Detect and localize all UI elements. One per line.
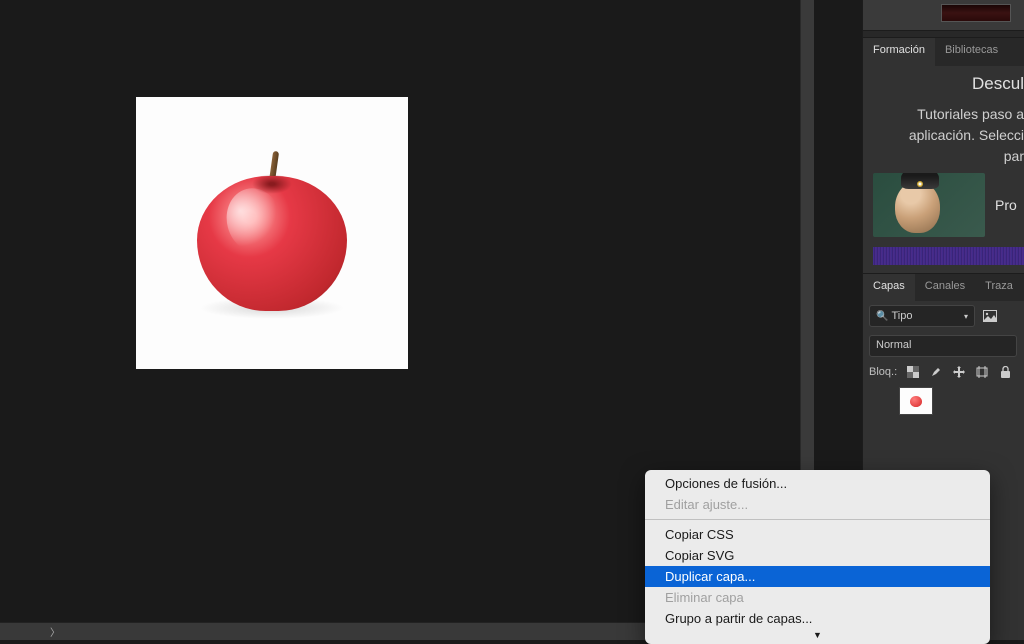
menu-duplicate-layer[interactable]: Duplicar capa... bbox=[645, 566, 990, 587]
tutorial-row-1[interactable]: Pro bbox=[863, 167, 1024, 243]
blend-mode-row: Normal bbox=[863, 331, 1024, 361]
panel-tabs-top: Formación Bibliotecas bbox=[863, 38, 1024, 66]
formation-desc-line3: par bbox=[863, 146, 1024, 167]
lock-artboard-icon[interactable] bbox=[975, 365, 989, 379]
lock-transparent-icon[interactable] bbox=[906, 365, 920, 379]
menu-separator bbox=[645, 519, 990, 520]
layer-filter-type[interactable]: 🔍 Tipo ▾ bbox=[869, 305, 975, 327]
lock-row: Bloq.: bbox=[863, 361, 1024, 383]
tab-trazados[interactable]: Traza bbox=[975, 274, 1023, 301]
filter-type-label: Tipo bbox=[891, 310, 912, 322]
menu-copy-css[interactable]: Copiar CSS bbox=[645, 524, 990, 545]
search-icon: 🔍 bbox=[876, 311, 888, 322]
blend-mode-select[interactable]: Normal bbox=[869, 335, 1017, 357]
tab-bibliotecas[interactable]: Bibliotecas bbox=[935, 38, 1008, 66]
lock-move-icon[interactable] bbox=[952, 365, 966, 379]
tutorial-thumbnail-1 bbox=[873, 173, 985, 237]
menu-group-from-layers[interactable]: Grupo a partir de capas... bbox=[645, 608, 990, 629]
tab-capas[interactable]: Capas bbox=[863, 274, 915, 301]
formation-panel: Descul Tutoriales paso a aplicación. Sel… bbox=[863, 66, 1024, 273]
tutorial-thumbnail-2[interactable] bbox=[873, 247, 1024, 265]
layer-thumbnail bbox=[899, 387, 933, 415]
canvas-document[interactable] bbox=[136, 97, 408, 369]
tutorial-label-1: Pro bbox=[995, 197, 1017, 213]
lock-label: Bloq.: bbox=[869, 366, 897, 378]
menu-delete-layer: Eliminar capa bbox=[645, 587, 990, 608]
chevron-down-icon: ▾ bbox=[964, 312, 968, 321]
formation-desc-line1: Tutoriales paso a bbox=[863, 104, 1024, 125]
layer-row[interactable] bbox=[863, 383, 1024, 419]
filter-image-icon[interactable] bbox=[981, 307, 999, 325]
layer-filter-row: 🔍 Tipo ▾ bbox=[863, 301, 1024, 331]
panel-tabs-layers: Capas Canales Traza bbox=[863, 273, 1024, 301]
formation-title: Descul bbox=[863, 74, 1024, 94]
formation-desc-line2: aplicación. Selecci bbox=[863, 125, 1024, 146]
menu-fusion-options[interactable]: Opciones de fusión... bbox=[645, 473, 990, 494]
status-bar-chevron-icon[interactable]: 〉 bbox=[50, 624, 60, 639]
apple-image bbox=[197, 156, 347, 311]
navigator-thumbnail[interactable] bbox=[941, 4, 1011, 22]
menu-copy-svg[interactable]: Copiar SVG bbox=[645, 545, 990, 566]
context-menu: Opciones de fusión... Editar ajuste... C… bbox=[645, 470, 990, 644]
tab-canales[interactable]: Canales bbox=[915, 274, 975, 301]
tab-formacion[interactable]: Formación bbox=[863, 38, 935, 66]
lock-all-icon[interactable] bbox=[998, 365, 1012, 379]
navigator-preview bbox=[863, 0, 1024, 30]
menu-edit-adjustment: Editar ajuste... bbox=[645, 494, 990, 515]
lock-brush-icon[interactable] bbox=[929, 365, 943, 379]
blend-mode-value: Normal bbox=[876, 339, 911, 351]
menu-scroll-down-icon[interactable]: ▼ bbox=[645, 629, 990, 641]
